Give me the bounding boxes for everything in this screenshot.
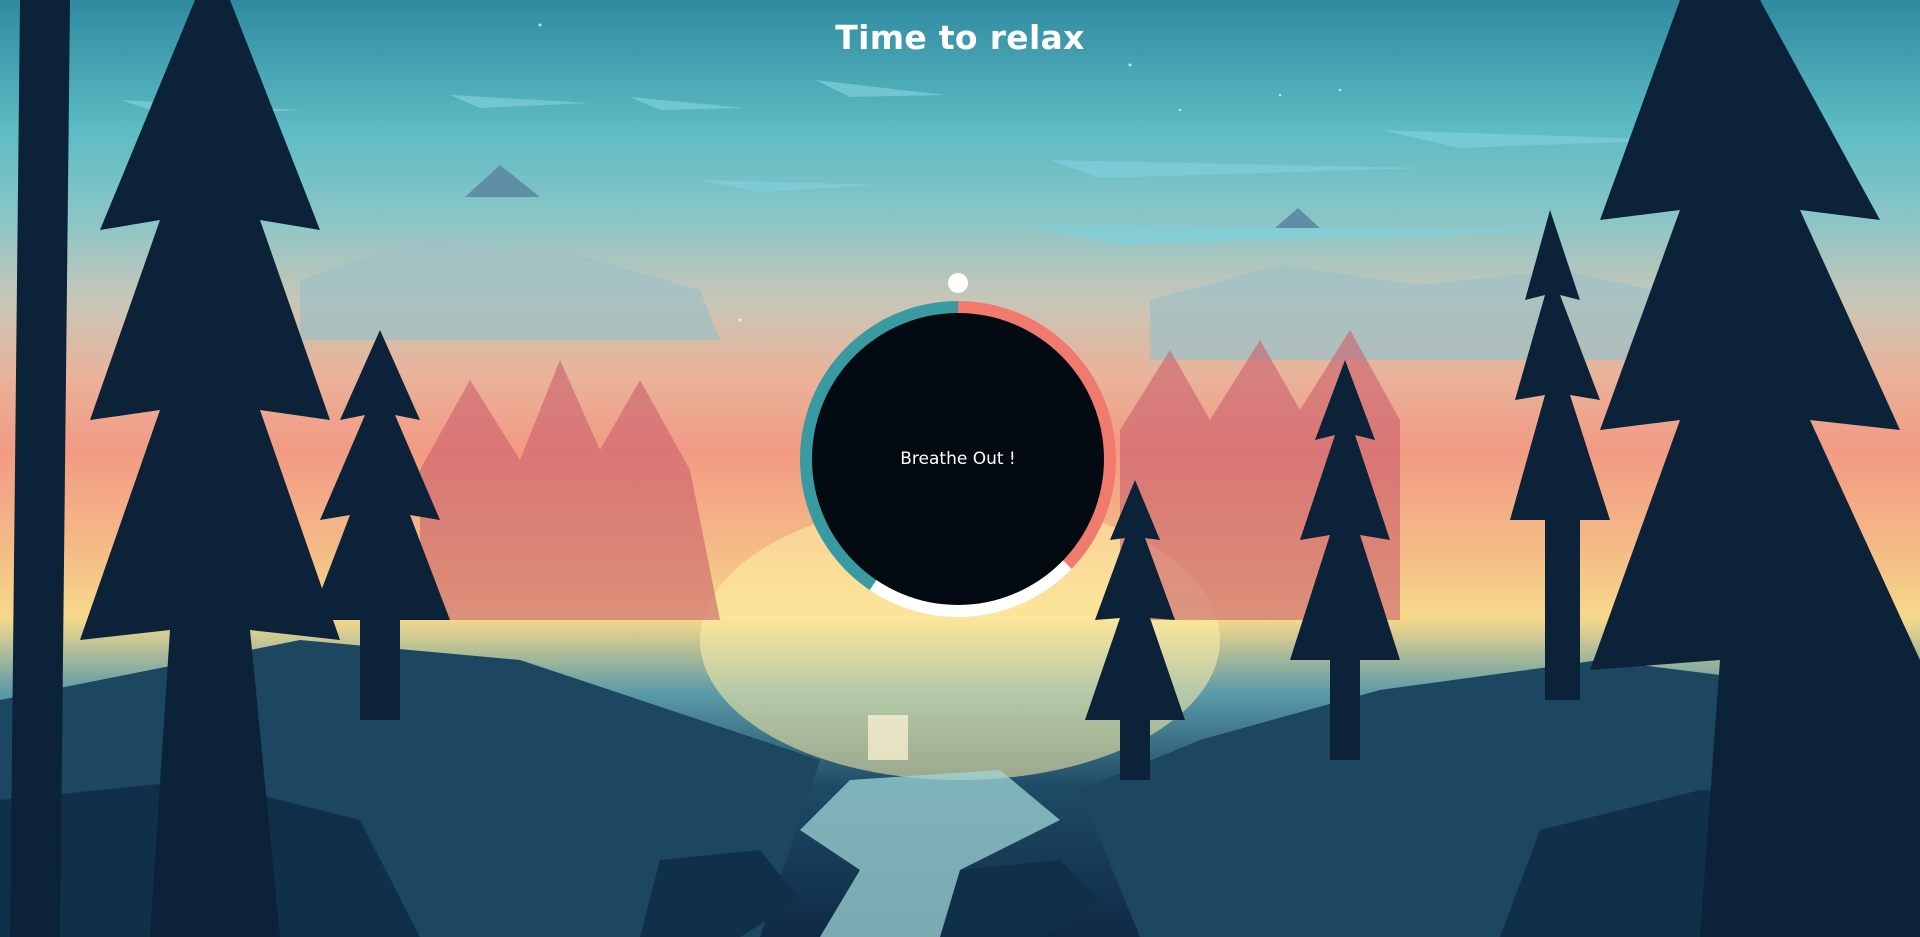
sky-clouds: [120, 80, 1680, 245]
breath-progress-pointer: [948, 273, 968, 293]
breathing-core: Breathe Out !: [812, 313, 1104, 605]
app-container: Time to relax Breathe Out !: [0, 0, 1920, 937]
breathing-circle: Breathe Out !: [800, 301, 1116, 617]
page-title: Time to relax: [835, 18, 1085, 57]
waterfall: [868, 715, 908, 760]
breathing-instruction: Breathe Out !: [900, 449, 1016, 469]
